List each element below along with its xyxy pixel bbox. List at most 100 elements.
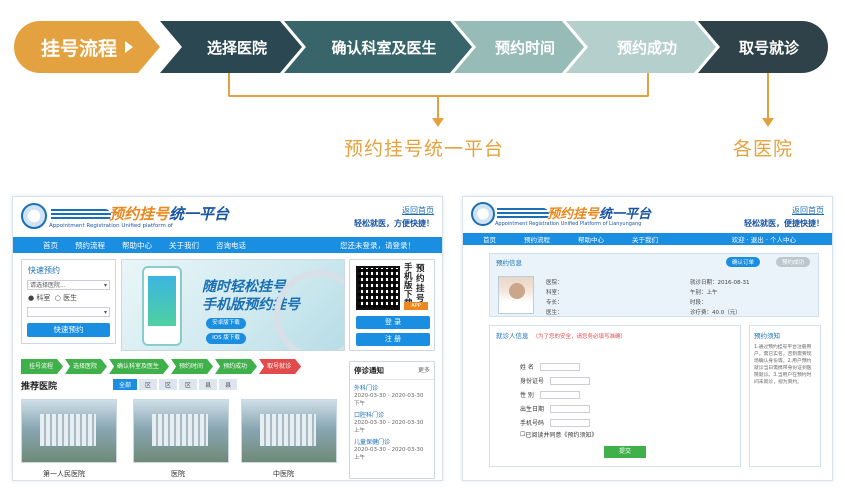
step-choose-hospital: 选择医院 [160, 21, 302, 73]
booking-notes-panel: 预约须知 1.通过预约挂号平台注册用户，需已实名，否则需要现场确认身份等。2.用… [749, 325, 821, 467]
register-button[interactable]: 注 册 [356, 333, 430, 346]
arrow-down-icon [432, 118, 444, 127]
caption-hospitals: 各医院 [733, 138, 794, 160]
ios-download-button[interactable]: IOS 版下载 [206, 333, 246, 344]
notice-item[interactable]: 儿童保健门诊 [354, 437, 430, 446]
tab-all[interactable]: 全部 [113, 379, 138, 390]
hospital-name[interactable]: 中医院 [273, 469, 294, 479]
nav-item-help[interactable]: 帮助中心 [122, 240, 152, 251]
gender-field[interactable]: 性 别 [520, 390, 580, 399]
home-link[interactable]: 返回首页 [744, 205, 824, 216]
home-link[interactable]: 返回首页 [354, 205, 434, 216]
nav-item-process[interactable]: 预约流程 [524, 234, 550, 244]
hospital-select[interactable]: 请选择医院... [27, 280, 110, 290]
booking-header: 预约挂号统一平台 Appointment Registration Unifie… [463, 197, 832, 233]
nav-item-home[interactable]: 首页 [43, 240, 58, 251]
mini-step: 预约成功 [215, 359, 257, 374]
more-link[interactable]: 更多 [418, 365, 430, 374]
play-icon [125, 41, 133, 53]
caption-unified-platform: 预约挂号统一平台 [344, 138, 505, 160]
info-label: 预约信息 [496, 259, 522, 267]
info-hospital: 医院： [546, 280, 563, 286]
emblem-icon [21, 203, 47, 229]
hospital-photo[interactable] [241, 399, 337, 463]
info-period: 午别：上午 [690, 290, 718, 296]
logo-stripes [51, 209, 111, 221]
step-appointment-success: 预约成功 [566, 21, 716, 73]
portal-brand: 预约挂号统一平台 [109, 205, 230, 223]
nav-item-home[interactable]: 首页 [483, 234, 496, 244]
step-appointment-time: 预约时间 [454, 21, 584, 73]
doctor-avatar [498, 276, 534, 314]
quick-booking-button[interactable]: 快速预约 [27, 323, 110, 337]
emblem-icon [471, 202, 495, 226]
tab-county[interactable]: 县 [219, 379, 238, 390]
mobile-app-banner[interactable]: 随时轻松挂号 手机版预约挂号 安卓版下载 IOS 版下载 [121, 259, 345, 351]
portal-brand-en: Appointment Registration Unified platfor… [49, 223, 173, 229]
hospital-name[interactable]: 医院 [171, 469, 185, 479]
recommended-hospitals: 推荐医院 全部 区 区 区 县 县 第一人民医院 医院 中医院 [21, 379, 341, 479]
tab-district[interactable]: 区 [159, 379, 178, 390]
district-tabs: 全部 区 区 区 县 县 [113, 379, 239, 390]
tab-district[interactable]: 区 [179, 379, 198, 390]
step-pick-ticket-visit: 取号就诊 [698, 21, 828, 73]
bracket-connector [228, 73, 649, 97]
step-badge-success: 预约成功 [776, 257, 811, 267]
tab-county[interactable]: 县 [199, 379, 218, 390]
booking-brand-en: Appointment Registration Unified Platfor… [495, 221, 642, 227]
quick-booking-panel: 快速预约 请选择医院... ● 科室 ○ 医生 快速预约 [21, 259, 116, 344]
app-badge: APP [404, 302, 428, 310]
notice-date: 2020-03-30 - 2020-03-30 上午 [354, 420, 424, 434]
app-download-panel: 手机版下载 预约挂号 APP 登 录 注 册 [349, 259, 435, 351]
search-type-radios[interactable]: ● 科室 ○ 医生 [28, 293, 115, 303]
user-menu[interactable]: 欢迎 · 退出 · 个人中心 [732, 234, 796, 244]
login-hint[interactable]: 您还未登录，请登录！ [340, 240, 415, 251]
nav-item-phone[interactable]: 咨询电话 [216, 240, 246, 251]
quick-booking-title: 快速预约 [28, 266, 60, 275]
slogan: 轻松就医，便捷快捷！ [744, 219, 824, 228]
info-doctor: 医生： [546, 310, 563, 316]
mini-step: 挂号流程 [21, 359, 63, 374]
android-download-button[interactable]: 安卓版下载 [206, 318, 246, 329]
step-badge-confirm: 确认订单 [726, 257, 761, 267]
birthdate-field[interactable]: 出生日期 [520, 404, 591, 413]
nav-item-help[interactable]: 帮助中心 [578, 234, 604, 244]
qr-code-icon [356, 266, 400, 310]
info-department: 科室： [546, 290, 563, 296]
submit-button[interactable]: 提交 [604, 446, 646, 458]
step-confirm-department-doctor: 确认科室及医生 [284, 21, 472, 73]
mini-step: 确认科室及医生 [109, 359, 169, 374]
hospital-photo[interactable] [21, 399, 117, 463]
id-number-field[interactable]: 身份证号 [520, 376, 591, 385]
mini-process-flow: 挂号流程 选择医院 确认科室及医生 预约时间 预约成功 取号就诊 [21, 359, 303, 374]
phone-field[interactable]: 手机号码 [520, 418, 591, 427]
suspension-notice-panel: 停诊通知 更多 外科门诊 2020-03-30 - 2020-03-30 下午 … [349, 361, 435, 479]
mini-step: 选择医院 [65, 359, 107, 374]
login-button[interactable]: 登 录 [356, 316, 430, 329]
nav-item-process[interactable]: 预约流程 [75, 240, 105, 251]
agree-checkbox[interactable]: ☐ 已阅读并同意《预约须知》 [520, 430, 597, 439]
booking-brand: 预约挂号统一平台 [547, 207, 652, 222]
connector-line [437, 96, 439, 120]
info-specialty: 专长： [546, 300, 563, 306]
patient-info-form: 就诊人信息 （为了您的安全，请您务必填写准确） 姓 名 身份证号 性 别 出生日期… [489, 325, 741, 467]
qr-text-b: 预约挂号 [416, 264, 425, 304]
arrow-down-icon [762, 118, 774, 127]
hospital-name[interactable]: 第一人民医院 [43, 469, 85, 479]
tab-district[interactable]: 区 [139, 379, 158, 390]
notes-label: 预约须知 [754, 332, 780, 340]
notice-item[interactable]: 外科门诊 [354, 383, 430, 392]
name-field[interactable]: 姓 名 [520, 362, 580, 371]
info-fee: 诊疗费：40.0（元） [690, 310, 741, 316]
nav-item-about[interactable]: 关于我们 [169, 240, 199, 251]
hospital-photo[interactable] [133, 399, 229, 463]
notice-item[interactable]: 口腔科门诊 [354, 410, 430, 419]
nav-item-about[interactable]: 关于我们 [632, 234, 658, 244]
form-label: 就诊人信息 （为了您的安全，请您务必填写准确） [496, 332, 627, 340]
info-timeslot[interactable]: 时段： [690, 298, 707, 306]
secondary-select[interactable] [27, 307, 110, 317]
portal-screenshot: 预约挂号统一平台 Appointment Registration Unifie… [12, 196, 443, 481]
appointment-info-panel: 预约信息 确认订单 预约成功 医院： 科室： 专长： 医生： 就诊日期：2016… [489, 253, 819, 317]
logo-stripes [497, 208, 549, 220]
notice-date: 2020-03-30 - 2020-03-30 上午 [354, 447, 424, 461]
